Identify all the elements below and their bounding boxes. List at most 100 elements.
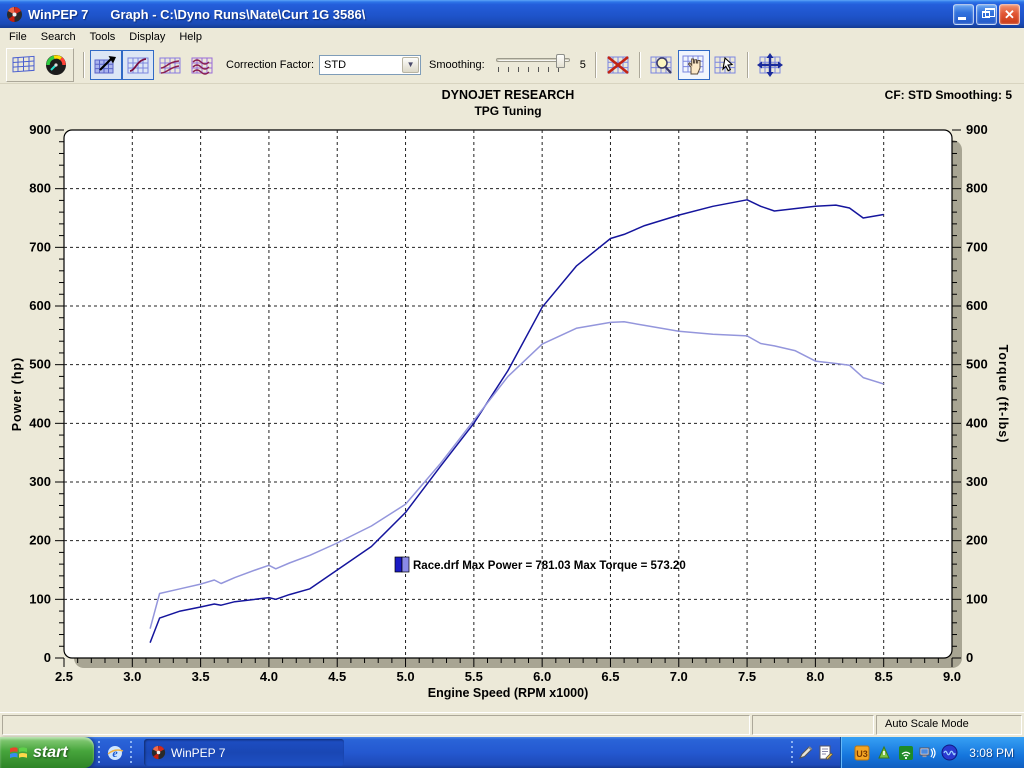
pan-hand-icon (680, 53, 708, 77)
winpep-task-button[interactable]: WinPEP 7 (144, 739, 344, 766)
graph-multi-button[interactable] (154, 50, 186, 80)
correction-factor-select[interactable]: STD ▼ (319, 55, 421, 75)
menu-bar: File Search Tools Display Help (0, 28, 1024, 46)
toolbar-grip[interactable] (789, 741, 795, 764)
minimize-button[interactable] (953, 4, 974, 25)
status-mode-panel: Auto Scale Mode (876, 715, 1022, 735)
svg-text:Engine Speed (RPM x1000): Engine Speed (RPM x1000) (428, 686, 588, 700)
taskband-grip[interactable] (128, 741, 134, 764)
svg-text:Race.drf Max Power = 781.03 Ma: Race.drf Max Power = 781.03 Max Torque =… (413, 560, 686, 572)
u3-icon[interactable]: U3 (853, 744, 870, 761)
close-icon: ✕ (1000, 7, 1019, 22)
svg-text:0: 0 (44, 650, 51, 665)
taskbar: start e WinPEP 7 U3 (0, 737, 1024, 768)
title-bar[interactable]: WinPEP 7 Graph - C:\Dyno Runs\Nate\Curt … (0, 0, 1024, 28)
graph-overlay-button[interactable] (186, 50, 218, 80)
svg-text:Torque (ft-lbs): Torque (ft-lbs) (996, 345, 1010, 444)
quicklaunch-grip[interactable] (96, 741, 102, 764)
svg-text:500: 500 (966, 357, 988, 372)
svg-text:DYNOJET RESEARCH: DYNOJET RESEARCH (442, 88, 575, 102)
svg-text:CF: STD Smoothing: 5: CF: STD Smoothing: 5 (885, 88, 1013, 102)
minimize-icon (958, 17, 966, 20)
svg-text:400: 400 (966, 415, 988, 430)
smoothing-slider[interactable] (494, 53, 572, 77)
notes-icon[interactable] (817, 744, 834, 761)
svg-text:800: 800 (966, 181, 988, 196)
system-tray: U3 3:08 PM (840, 737, 1024, 768)
winpep-app-icon (6, 6, 23, 23)
restore-icon (982, 11, 990, 18)
grid-red-x-icon (604, 53, 632, 77)
toolbar-separator (595, 52, 597, 78)
slider-thumb[interactable] (556, 54, 565, 68)
gauge-icon (44, 53, 68, 77)
svg-text:7.0: 7.0 (670, 669, 688, 684)
app-title: WinPEP 7 (28, 7, 88, 22)
menu-tools[interactable]: Tools (83, 29, 123, 45)
cursor-arrow-icon (712, 53, 740, 77)
svg-text:100: 100 (966, 591, 988, 606)
update-icon[interactable] (875, 744, 892, 761)
svg-text:100: 100 (29, 591, 51, 606)
windows-flag-icon (9, 743, 28, 762)
svg-text:e: e (112, 746, 118, 760)
svg-text:600: 600 (29, 298, 51, 313)
menu-help[interactable]: Help (172, 29, 209, 45)
zoom-graph-button[interactable] (646, 50, 678, 80)
pan-graph-button[interactable] (678, 50, 710, 80)
toolbar-separator (747, 52, 749, 78)
svg-text:600: 600 (966, 298, 988, 313)
smoothing-value: 5 (580, 59, 586, 71)
svg-text:6.0: 6.0 (533, 669, 551, 684)
svg-text:4.0: 4.0 (260, 669, 278, 684)
chevron-down-icon[interactable]: ▼ (402, 57, 419, 73)
restore-button[interactable] (976, 4, 997, 25)
menu-display[interactable]: Display (122, 29, 172, 45)
wireless-icon[interactable] (897, 744, 914, 761)
svg-text:TPG Tuning: TPG Tuning (474, 104, 541, 118)
dyno-chart[interactable]: 2.53.03.54.04.55.05.56.06.57.07.58.08.59… (0, 84, 1024, 712)
chart-region: 2.53.03.54.04.55.05.56.06.57.07.58.08.59… (0, 84, 1024, 712)
graph-3d-button[interactable] (90, 50, 122, 80)
clock[interactable]: 3:08 PM (969, 746, 1014, 760)
delete-graph-button[interactable] (602, 50, 634, 80)
start-button[interactable]: start (0, 737, 94, 768)
tuning-pencil-icon[interactable] (797, 744, 814, 761)
task-label: WinPEP 7 (171, 746, 225, 760)
winpep-task-icon (151, 745, 166, 760)
select-graph-button[interactable] (710, 50, 742, 80)
svg-text:700: 700 (29, 239, 51, 254)
svg-text:Power (hp): Power (hp) (10, 357, 24, 432)
svg-text:8.5: 8.5 (875, 669, 893, 684)
table-view-button[interactable] (8, 50, 40, 80)
display-audio-icon[interactable] (919, 744, 936, 761)
internet-explorer-icon[interactable]: e (104, 737, 126, 768)
start-label: start (33, 744, 68, 762)
screen: { "titlebar": { "app_name": "WinPEP 7", … (0, 0, 1024, 768)
correction-factor-label: Correction Factor: (226, 59, 314, 71)
svg-text:2.5: 2.5 (55, 669, 73, 684)
wave-meter-icon[interactable] (941, 744, 958, 761)
axes-graph-button[interactable] (754, 50, 786, 80)
graph-3d-arrow-icon (93, 54, 119, 76)
svg-text:900: 900 (29, 122, 51, 137)
status-bar: Auto Scale Mode (0, 712, 1024, 737)
svg-text:800: 800 (29, 181, 51, 196)
graph-power-button[interactable] (122, 50, 154, 80)
svg-text:5.5: 5.5 (465, 669, 483, 684)
svg-text:700: 700 (966, 239, 988, 254)
svg-text:3.5: 3.5 (192, 669, 210, 684)
svg-text:3.0: 3.0 (123, 669, 141, 684)
correction-factor-value: STD (320, 59, 402, 71)
toolbar-separator (639, 52, 641, 78)
svg-text:9.0: 9.0 (943, 669, 961, 684)
zoom-magnifier-icon (648, 53, 676, 77)
menu-file[interactable]: File (2, 29, 34, 45)
svg-text:500: 500 (29, 357, 51, 372)
menu-search[interactable]: Search (34, 29, 83, 45)
gauge-view-button[interactable] (40, 50, 72, 80)
graph-curve-icon (125, 54, 151, 76)
close-button[interactable]: ✕ (999, 4, 1020, 25)
view-button-group (6, 48, 74, 82)
toolbar-separator (83, 52, 85, 78)
